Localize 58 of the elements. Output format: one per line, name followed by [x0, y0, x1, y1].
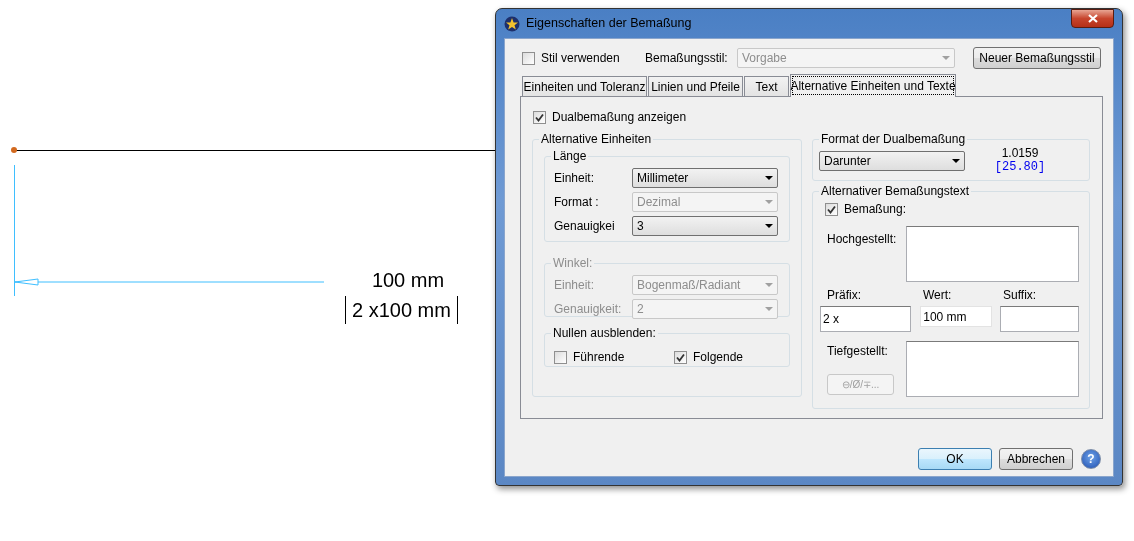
point-marker: [11, 147, 17, 153]
group-title: Alternative Einheiten: [539, 132, 654, 146]
cancel-button[interactable]: Abbrechen: [999, 448, 1073, 470]
group-title: Format der Dualbemaßung: [819, 132, 968, 146]
tab[interactable]: Einheiten und Toleranz: [522, 76, 647, 96]
alternate-dimension-text: 2 x100 mm: [345, 296, 458, 324]
caret-icon: [942, 56, 950, 60]
suffix-field[interactable]: [999, 306, 1079, 332]
group-title: Nullen ausblenden:: [551, 326, 658, 340]
checkbox-label[interactable]: Führende: [573, 348, 625, 366]
star-icon: [504, 15, 520, 32]
checkbox[interactable]: [674, 350, 687, 364]
subscript-field[interactable]: [905, 341, 1079, 397]
tab[interactable]: Text: [744, 76, 789, 96]
value-field[interactable]: 100 mm: [920, 306, 992, 327]
prefix-field[interactable]: 2 x: [820, 306, 912, 332]
checkbox-label[interactable]: Folgende: [693, 348, 744, 366]
field-label: Bemaßungsstil:: [645, 50, 729, 67]
field-label: Genauigkei: [554, 218, 616, 235]
checkbox-label[interactable]: Bemaßung:: [844, 200, 907, 218]
window-title: Eigenschaften der Bemaßung: [526, 15, 692, 33]
field-label: Wert:: [923, 287, 953, 304]
tab[interactable]: Linien und Pfeile: [648, 76, 743, 96]
field-label: Präfix:: [827, 287, 862, 304]
group-title: Winkel:: [551, 256, 595, 270]
checkbox[interactable]: [533, 110, 546, 124]
checkbox-label[interactable]: Dualbemaßung anzeigen: [552, 108, 687, 126]
checkbox-label[interactable]: Stil verwenden: [541, 49, 645, 67]
checkbox[interactable]: [522, 51, 535, 65]
field-label: Einheit:: [554, 170, 596, 187]
caret-icon: [765, 224, 773, 228]
close-icon: [1087, 14, 1098, 23]
field-label: Format :: [554, 194, 600, 211]
ok-button[interactable]: OK: [918, 448, 992, 470]
close-button[interactable]: [1071, 9, 1114, 28]
caret-icon: [765, 283, 773, 287]
field-label: Suffix:: [1003, 287, 1038, 304]
caret-icon: [765, 200, 773, 204]
caret-icon: [765, 307, 773, 311]
preview-value: 1.0159: [1001, 146, 1039, 160]
preview-alternate-value: [25.80]: [994, 160, 1046, 174]
superscript-field[interactable]: [905, 226, 1079, 282]
checkbox[interactable]: [825, 202, 838, 216]
caret-icon: [765, 176, 773, 180]
group-title: Alternativer Bemaßungstext: [819, 184, 972, 198]
dimension-text: 100 mm: [370, 268, 446, 292]
caret-icon: [952, 159, 960, 163]
checkbox[interactable]: [554, 350, 567, 364]
new-style-button[interactable]: Neuer Bemaßungsstil: [973, 47, 1101, 69]
dropdown[interactable]: Millimeter: [632, 168, 778, 188]
field-label: Einheit:: [554, 277, 596, 294]
field-label: Genauigkeit:: [554, 301, 623, 318]
tab[interactable]: Alternative Einheiten und Texte: [790, 74, 956, 97]
group-title: Länge: [551, 149, 589, 163]
dropdown[interactable]: 3: [632, 216, 778, 236]
field-label: Hochgestellt:: [827, 231, 898, 248]
dropdown[interactable]: Darunter: [819, 151, 965, 171]
field-label: Tiefgestellt:: [827, 343, 889, 360]
